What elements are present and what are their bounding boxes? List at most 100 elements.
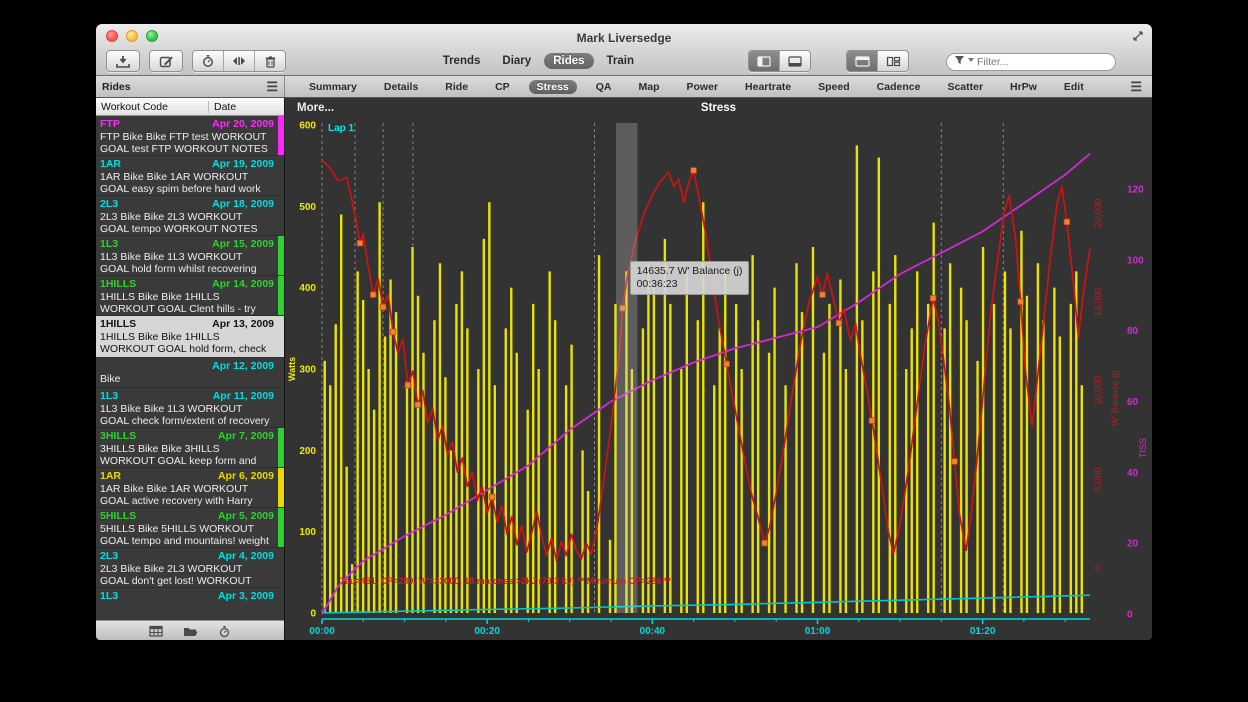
ride-description-line: WORKOUT GOAL hold form, check [100,343,274,356]
split-arrows-icon [231,55,247,67]
svg-text:00:00: 00:00 [309,626,335,637]
stress-chart-canvas[interactable]: 00:0000:2000:4001:0001:20600500400300200… [285,98,1151,640]
save-button[interactable] [106,50,140,72]
ride-description-line: GOAL easy spim before hard work [100,183,274,196]
panel-bottom-icon [788,56,802,67]
ride-item[interactable]: 1L3Apr 15, 20091L3 Bike Bike 1L3 WORKOUT… [96,236,284,276]
calendar-icon[interactable] [149,625,163,637]
ride-code: 1AR [100,470,121,483]
ride-code: 1L3 [100,390,118,403]
view-tab-train[interactable]: Train [598,53,643,69]
intervals-button[interactable] [193,51,224,71]
delete-ride-button[interactable] [255,51,285,71]
ride-date: Apr 15, 2009 [212,238,274,251]
ride-item[interactable]: 2L3Apr 4, 20092L3 Bike Bike 2L3 WORKOUTG… [96,548,284,588]
ride-item[interactable]: 3HILLSApr 7, 20093HILLS Bike Bike 3HILLS… [96,428,284,468]
chart-tab-details[interactable]: Details [376,80,426,94]
selection-band[interactable] [616,123,637,613]
chart-tab-stress[interactable]: Stress [529,80,577,94]
ride-item[interactable]: FTPApr 20, 2009FTP Bike Bike FTP test WO… [96,116,284,156]
zoom-button[interactable] [146,30,158,42]
ride-color-stripe [278,508,284,547]
ride-date: Apr 20, 2009 [212,118,274,131]
chart-tab-hrpw[interactable]: HrPw [1002,80,1045,94]
filter-box [946,52,1116,71]
ride-date: Apr 3, 2009 [218,590,274,603]
app-window: Mark Liversedge [96,24,1152,640]
main-toolbar: TrendsDiaryRides Train [96,47,1152,75]
ride-item[interactable]: 1L3Apr 3, 2009 [96,588,284,620]
chart-tab-speed[interactable]: Speed [810,80,858,94]
view-tab-diary[interactable]: Diary [493,53,540,69]
chart-tab-scatter[interactable]: Scatter [939,80,991,94]
ride-description-line: GOAL tempo and mountains! weight [100,535,274,548]
svg-text:10,000: 10,000 [1093,376,1104,405]
split-ride-button[interactable] [224,51,255,71]
rides-list: FTPApr 20, 2009FTP Bike Bike FTP test WO… [96,116,284,620]
ride-description-line: 1L3 Bike Bike 1L3 WORKOUT [100,251,274,264]
ride-item[interactable]: 2L3Apr 18, 20092L3 Bike Bike 2L3 WORKOUT… [96,196,284,236]
trash-icon [264,55,277,68]
minimize-button[interactable] [126,30,138,42]
svg-text:0: 0 [1093,565,1104,570]
column-date[interactable]: Date [209,101,284,113]
tiled-view-button[interactable] [878,51,908,71]
tiss_cyan-line [322,595,1090,613]
chart-tab-edit[interactable]: Edit [1056,80,1092,94]
chart-tab-qa[interactable]: QA [588,80,620,94]
ride-description-line: GOAL tempo WORKOUT NOTES [100,223,274,236]
column-workout-code[interactable]: Workout Code [96,101,209,113]
ride-code: 2L3 [100,198,118,211]
sidebar-menu-icon[interactable]: ☰ [266,79,278,95]
ride-description-line: 1HILLS Bike Bike 1HILLS [100,331,274,344]
ride-code: 2L3 [100,550,118,563]
ride-item[interactable]: Apr 12, 2009Bike [96,358,284,388]
ride-code: FTP [100,118,120,131]
ride-item[interactable]: 1ARApr 19, 20091AR Bike Bike 1AR WORKOUT… [96,156,284,196]
ride-item[interactable]: 1HILLSApr 13, 20091HILLS Bike Bike 1HILL… [96,316,284,358]
ride-color-stripe [278,276,284,315]
window-chrome: Mark Liversedge [96,24,1152,76]
list-column-header[interactable]: Workout Code Date [96,98,284,116]
sidebar-header: Rides ☰ [96,76,285,97]
titlebar[interactable]: Mark Liversedge [96,24,1152,47]
edit-ride-button[interactable] [149,50,183,72]
filter-funnel-icon[interactable] [954,55,965,65]
chart-tab-ride[interactable]: Ride [437,80,476,94]
view-tab-trends[interactable]: Trends [434,53,490,69]
ride-item[interactable]: 1L3Apr 11, 20091L3 Bike Bike 1L3 WORKOUT… [96,388,284,428]
chart-tab-map[interactable]: Map [631,80,668,94]
folder-icon[interactable] [183,625,198,637]
svg-text:200: 200 [299,446,316,457]
svg-text:00:40: 00:40 [640,626,666,637]
tiled-panes-icon [886,56,901,67]
close-button[interactable] [106,30,118,42]
view-tabs: TrendsDiaryRides Train [434,53,643,69]
single-view-button[interactable] [847,51,878,71]
svg-text:5,000: 5,000 [1093,467,1104,491]
ride-date: Apr 11, 2009 [213,390,274,403]
chart-tab-summary[interactable]: Summary [301,80,365,94]
wbal-axis-label: W' Balance (j) [1110,370,1120,426]
chart-area[interactable]: 00:0000:2000:4001:0001:20600500400300200… [285,98,1152,640]
chart-tab-power[interactable]: Power [679,80,727,94]
chart-tab-heartrate[interactable]: Heartrate [737,80,799,94]
ride-item[interactable]: 5HILLSApr 5, 20095HILLS Bike 5HILLS WORK… [96,508,284,548]
svg-text:600: 600 [299,121,316,132]
stopwatch-small-icon[interactable] [218,625,231,638]
ride-item[interactable]: 1HILLSApr 14, 20091HILLS Bike Bike 1HILL… [96,276,284,316]
ride-item[interactable]: 1ARApr 6, 20091AR Bike Bike 1AR WORKOUTG… [96,468,284,508]
chart-tab-cp[interactable]: CP [487,80,518,94]
svg-text:120: 120 [1127,185,1144,196]
toggle-sidebar-button[interactable] [749,51,780,71]
svg-text:60: 60 [1127,397,1139,408]
toggle-bottombar-button[interactable] [780,51,810,71]
chart-menu-icon[interactable]: ☰ [1130,79,1142,95]
tooltip-time: 00:36:23 [637,278,743,291]
chart-tab-cadence[interactable]: Cadence [869,80,929,94]
watts-axis-label: Watts [287,357,297,381]
fullscreen-icon[interactable] [1132,30,1144,42]
view-tab-rides[interactable]: Rides [544,53,593,69]
tooltip-value: 14635.7 W' Balance (j) [637,265,743,278]
filter-dropdown-icon[interactable] [967,55,975,65]
